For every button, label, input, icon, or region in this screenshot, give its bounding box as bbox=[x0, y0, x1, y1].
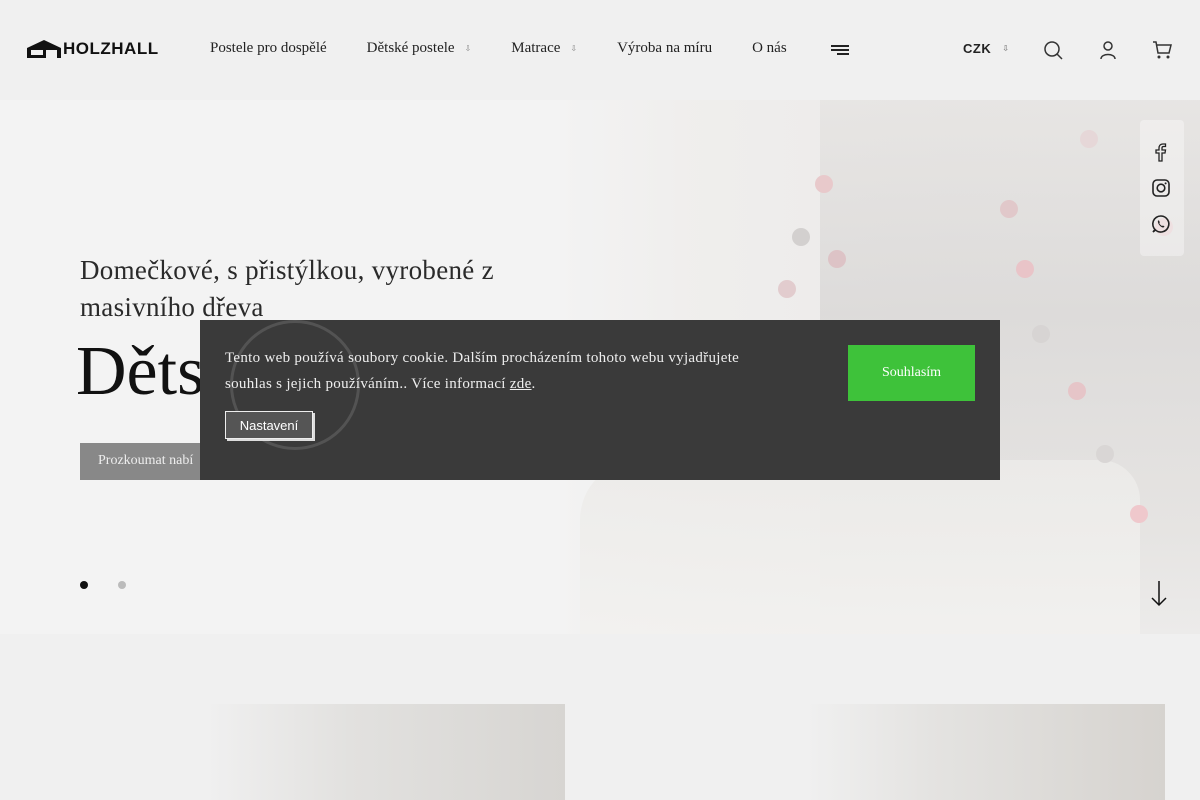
cookie-text: Tento web používá soubory cookie. Dalším… bbox=[225, 350, 740, 392]
decor-pompom bbox=[1000, 200, 1018, 218]
decor-pompom bbox=[1068, 382, 1086, 400]
brand-logo[interactable]: HOLZHALL bbox=[26, 38, 159, 60]
decor-pompom bbox=[815, 175, 833, 193]
whatsapp-icon[interactable] bbox=[1151, 214, 1171, 234]
user-icon[interactable] bbox=[1098, 40, 1118, 60]
decor-pompom bbox=[1096, 445, 1114, 463]
decor-pompom bbox=[1032, 325, 1050, 343]
decor-pompom bbox=[1130, 505, 1148, 523]
decor-pompom bbox=[828, 250, 846, 268]
decor-pompom bbox=[1080, 130, 1098, 148]
nav-item-custom-made[interactable]: Výroba na míru bbox=[617, 40, 712, 57]
decor-pompom bbox=[778, 280, 796, 298]
decor-pompom bbox=[792, 228, 810, 246]
cookie-info-link[interactable]: zde bbox=[510, 376, 532, 392]
social-links bbox=[1140, 120, 1184, 256]
cookie-accept-button[interactable]: Souhlasím bbox=[848, 345, 975, 401]
currency-label: CZK bbox=[963, 41, 992, 56]
decor-pompom bbox=[1016, 260, 1034, 278]
arrow-down-icon[interactable] bbox=[1148, 580, 1170, 608]
facebook-icon[interactable] bbox=[1151, 142, 1171, 162]
slider-dot[interactable] bbox=[118, 581, 126, 589]
main-nav: Postele pro dospělé Dětské postele ⇩ Mat… bbox=[210, 40, 827, 57]
cookie-settings-button[interactable]: Nastavení bbox=[225, 411, 313, 439]
nav-item-label: O nás bbox=[752, 40, 787, 56]
cookie-message: Tento web používá soubory cookie. Dalším… bbox=[225, 345, 785, 397]
currency-selector[interactable]: CZK ⇩ bbox=[963, 41, 1009, 56]
nav-item-adult-beds[interactable]: Postele pro dospělé bbox=[210, 40, 327, 57]
instagram-icon[interactable] bbox=[1151, 178, 1171, 198]
nav-item-about[interactable]: O nás bbox=[752, 40, 787, 57]
search-icon[interactable] bbox=[1043, 40, 1063, 60]
nav-item-label: Postele pro dospělé bbox=[210, 40, 327, 56]
nav-item-kids-beds[interactable]: Dětské postele ⇩ bbox=[367, 40, 472, 57]
nav-item-label: Dětské postele bbox=[366, 40, 455, 56]
menu-lines-icon[interactable] bbox=[831, 44, 849, 56]
nav-item-label: Matrace bbox=[511, 40, 561, 56]
house-logo-icon bbox=[27, 40, 61, 58]
category-tile-image[interactable] bbox=[205, 704, 565, 800]
chevron-down-icon: ⇩ bbox=[464, 44, 472, 53]
slider-dot-active[interactable] bbox=[80, 581, 88, 589]
hero-subtitle: Domečkové, s přistýlkou, vyrobené z masi… bbox=[80, 255, 494, 322]
nav-item-label: Výroba na míru bbox=[617, 40, 713, 56]
cart-icon[interactable] bbox=[1152, 40, 1172, 60]
hero-title: Děts bbox=[76, 333, 205, 410]
chevron-down-icon: ⇩ bbox=[570, 44, 578, 53]
cookie-banner: Tento web používá soubory cookie. Dalším… bbox=[200, 320, 1000, 480]
pillow-image-area bbox=[580, 460, 1140, 634]
brand-name: HOLZHALL bbox=[63, 39, 159, 58]
chevron-down-icon: ⇩ bbox=[1002, 44, 1010, 53]
category-tile-image[interactable] bbox=[805, 704, 1165, 800]
cookie-text-end: . bbox=[531, 376, 536, 392]
site-header: HOLZHALL Postele pro dospělé Dětské post… bbox=[0, 0, 1200, 100]
nav-item-mattresses[interactable]: Matrace ⇩ bbox=[511, 40, 577, 57]
